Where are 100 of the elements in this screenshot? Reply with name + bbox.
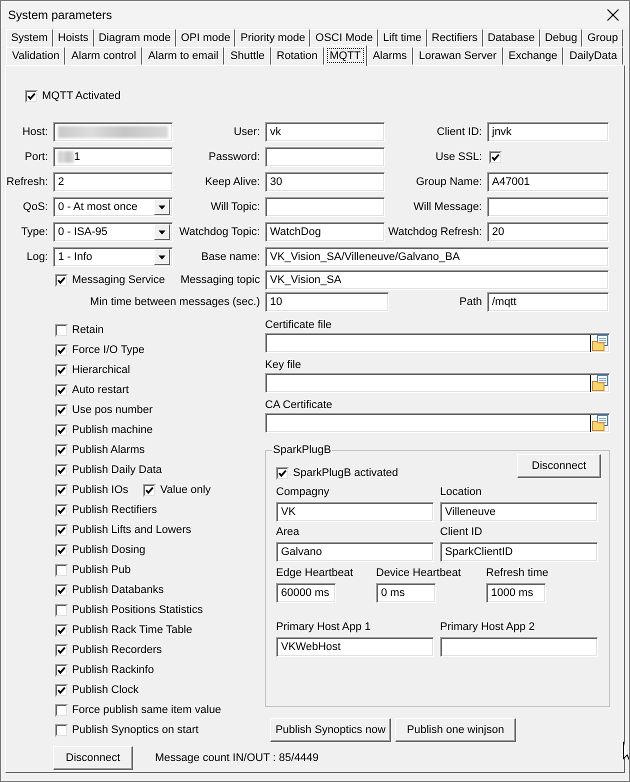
tab[interactable]: OPI mode xyxy=(176,29,236,47)
tab[interactable]: Shuttle xyxy=(224,47,271,65)
disconnect-button[interactable]: Disconnect xyxy=(517,454,601,478)
text-field[interactable]: SparkClientID xyxy=(440,542,598,562)
caret-icon[interactable] xyxy=(154,249,170,265)
checkbox[interactable] xyxy=(489,150,502,164)
text-field[interactable] xyxy=(265,197,385,217)
text-field[interactable]: 30 xyxy=(265,172,385,192)
text-field[interactable] xyxy=(265,147,385,167)
caret-icon[interactable] xyxy=(154,199,170,215)
tab[interactable]: DailyData xyxy=(563,47,624,65)
tab[interactable]: Priority mode xyxy=(235,29,310,47)
checkbox[interactable] xyxy=(55,504,68,516)
dropdown[interactable]: 0 - ISA-95 xyxy=(53,222,173,242)
tab[interactable]: Exchange xyxy=(502,47,564,65)
text-field[interactable]: VK xyxy=(276,502,434,522)
checkbox[interactable] xyxy=(55,604,68,616)
checkbox[interactable] xyxy=(55,624,68,636)
checkbox[interactable] xyxy=(55,324,68,336)
text-field[interactable]: A47001 xyxy=(487,172,609,192)
text-field[interactable]: VKWebHost xyxy=(276,637,434,657)
folder-icon[interactable] xyxy=(592,335,608,351)
folder-icon[interactable] xyxy=(592,415,608,431)
checkbox-label: Publish Daily Data xyxy=(72,464,162,476)
checkbox[interactable] xyxy=(143,484,156,496)
text-field[interactable]: 60000 ms xyxy=(276,583,336,603)
tab[interactable]: Hoists xyxy=(52,29,94,47)
checkbox[interactable] xyxy=(55,274,68,286)
tab[interactable]: Debug xyxy=(540,29,582,47)
text-field[interactable]: Villeneuve xyxy=(440,502,598,522)
tab[interactable]: Alarm to email xyxy=(142,47,224,65)
text-field[interactable]: VK_Vision_SA xyxy=(265,270,609,290)
tab[interactable]: System xyxy=(6,29,53,47)
checkbox[interactable] xyxy=(55,564,68,576)
checkbox[interactable] xyxy=(55,684,68,696)
text-field[interactable]: 1000 ms xyxy=(486,583,546,603)
close-icon[interactable] xyxy=(607,8,619,20)
tab[interactable]: Rectifiers xyxy=(426,29,483,47)
checkbox[interactable] xyxy=(55,704,68,716)
tab[interactable]: MQTT xyxy=(324,45,367,66)
checkbox[interactable] xyxy=(55,464,68,476)
text-field[interactable]: jnvk xyxy=(487,122,609,142)
text-field[interactable]: 1 xyxy=(53,147,173,167)
checkbox[interactable] xyxy=(55,544,68,556)
field-label: Watchdog Topic: xyxy=(179,226,260,238)
tab[interactable]: Database xyxy=(482,29,540,47)
text-field[interactable]: /mqtt xyxy=(487,292,609,312)
checkbox[interactable] xyxy=(25,90,38,102)
group-title: SparkPlugB xyxy=(272,443,332,457)
window-title: System parameters xyxy=(8,8,112,22)
field-label: Will Topic: xyxy=(210,201,260,213)
tab[interactable]: Alarms xyxy=(366,47,413,65)
dropdown[interactable]: 0 - At most once xyxy=(53,197,173,217)
file-path-field[interactable] xyxy=(265,333,610,353)
checkbox[interactable] xyxy=(55,384,68,396)
checkbox[interactable] xyxy=(55,664,68,676)
text-field[interactable]: 0 ms xyxy=(376,583,436,603)
folder-icon[interactable] xyxy=(592,375,608,391)
checkbox[interactable] xyxy=(55,484,68,496)
tab[interactable]: Lift time xyxy=(378,29,427,47)
tab[interactable]: Lorawan Server xyxy=(412,47,503,65)
checkbox[interactable] xyxy=(55,584,68,596)
checkbox[interactable] xyxy=(55,724,68,736)
field-label: Key file xyxy=(265,358,302,370)
disconnect-button[interactable]: Disconnect xyxy=(53,746,133,770)
checkbox[interactable] xyxy=(55,444,68,456)
text-field[interactable] xyxy=(440,637,598,657)
field-label: Port: xyxy=(24,151,48,163)
field-label: QoS: xyxy=(22,201,48,213)
checkbox-label: Hierarchical xyxy=(72,364,130,376)
text-field[interactable] xyxy=(53,122,173,142)
tab[interactable]: Rotation xyxy=(270,47,324,65)
text-field[interactable]: Galvano xyxy=(276,542,434,562)
caret-icon[interactable] xyxy=(154,224,170,240)
checkbox[interactable] xyxy=(55,644,68,656)
text-field[interactable]: vk xyxy=(265,122,385,142)
text-field[interactable]: VK_Vision_SA/Villeneuve/Galvano_BA xyxy=(265,247,609,267)
checkbox[interactable] xyxy=(276,466,289,480)
text-field[interactable]: 10 xyxy=(265,292,389,312)
dropdown[interactable]: 1 - Info xyxy=(53,247,173,267)
tab[interactable]: OSCI Mode xyxy=(310,29,378,47)
field-label: Edge Heartbeat xyxy=(276,566,354,581)
tab[interactable]: Group xyxy=(582,29,624,47)
text-field[interactable]: 20 xyxy=(487,222,609,242)
file-path-field[interactable] xyxy=(265,413,610,433)
tab[interactable]: Alarm control xyxy=(65,47,142,65)
text-field[interactable]: 2 xyxy=(53,172,173,192)
checkbox-label: Publish Rackinfo xyxy=(72,664,154,676)
publish-button[interactable]: Publish one winjson xyxy=(395,718,516,742)
file-path-field[interactable] xyxy=(265,373,610,393)
tab[interactable]: Diagram mode xyxy=(94,29,176,47)
checkbox[interactable] xyxy=(55,364,68,376)
publish-button[interactable]: Publish Synoptics now xyxy=(270,718,391,742)
checkbox[interactable] xyxy=(55,524,68,536)
checkbox[interactable] xyxy=(55,424,68,436)
text-field[interactable] xyxy=(487,197,609,217)
checkbox[interactable] xyxy=(55,344,68,356)
text-field[interactable]: WatchDog xyxy=(265,222,385,242)
tab[interactable]: Validation xyxy=(6,47,66,65)
checkbox[interactable] xyxy=(55,404,68,416)
